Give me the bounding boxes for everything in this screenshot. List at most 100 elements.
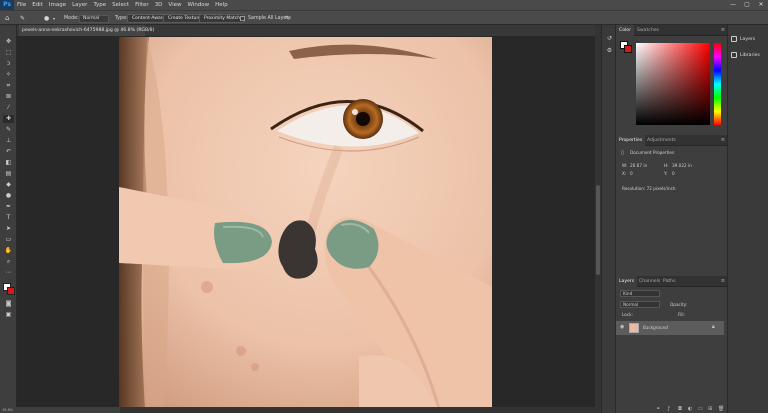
pressure-size-icon[interactable]: ✎ (285, 11, 290, 26)
trash-icon[interactable]: 🗑︎ (718, 406, 724, 412)
lock-label: Lock: (622, 312, 633, 317)
menu-layer[interactable]: Layer (69, 0, 90, 10)
tab-color[interactable]: Color (616, 25, 634, 36)
hue-slider[interactable] (714, 43, 721, 125)
new-layer-icon[interactable]: ⊞ (708, 406, 712, 412)
blur-tool-icon[interactable]: ◆ (3, 181, 14, 189)
lasso-tool-icon[interactable]: ↄ (3, 60, 14, 68)
vertical-scroll-thumb[interactable] (596, 185, 600, 275)
collapsed-panels: Layers Libraries (727, 25, 768, 413)
document-properties-heading: Document Properties (630, 150, 675, 155)
menu-edit[interactable]: Edit (29, 0, 46, 10)
move-tool-icon[interactable]: ✥ (3, 38, 14, 46)
menu-help[interactable]: Help (212, 0, 231, 10)
link-layers-icon[interactable]: ⚭ (656, 406, 660, 412)
layer-kind-label: Kind (623, 291, 633, 296)
width-label: W: (622, 163, 628, 168)
photoshop-logo: Ps (0, 0, 14, 10)
clone-stamp-tool-icon[interactable]: ⊥ (3, 137, 14, 145)
quick-mask-icon[interactable]: ◙ (3, 300, 14, 308)
maximize-button[interactable]: ▢ (740, 0, 754, 10)
fx-icon[interactable]: ƒ (668, 406, 670, 412)
screen-mode-icon[interactable]: ▣ (3, 311, 14, 319)
window-controls: — ▢ ✕ (726, 0, 768, 10)
chevron-down-icon[interactable]: ▾ (53, 11, 55, 26)
width-value[interactable]: 26.67 in (630, 163, 647, 168)
panel-menu-icon[interactable]: ≡ (721, 25, 725, 36)
height-value[interactable]: 39.022 in (672, 163, 692, 168)
menu-view[interactable]: View (165, 0, 184, 10)
sample-all-layers-checkbox[interactable] (240, 16, 245, 21)
x-value[interactable]: 0 (630, 171, 633, 176)
brush-tool-icon[interactable]: ✎ (3, 126, 14, 134)
layers-shortcut[interactable]: Layers (731, 35, 755, 45)
brush-preset-picker[interactable]: ● (44, 11, 49, 26)
type-tool-icon[interactable]: T (3, 214, 14, 222)
tab-layers[interactable]: Layers (616, 276, 638, 287)
y-label: Y: (664, 171, 668, 176)
panel-icon-strip: ↺ ⚙ (601, 25, 615, 413)
frame-tool-icon[interactable]: ⊠ (3, 93, 14, 101)
tab-adjustments[interactable]: Adjustments (644, 135, 679, 146)
close-window-button[interactable]: ✕ (754, 0, 768, 10)
document-tab[interactable]: pexels-anna-nekrashevich-6475988.jpg @ 4… (19, 25, 154, 36)
zoom-level[interactable]: 46.8% (2, 408, 13, 412)
tab-paths[interactable]: Paths (660, 276, 679, 287)
eraser-tool-icon[interactable]: ◧ (3, 159, 14, 167)
crop-tool-icon[interactable]: ⌗ (3, 82, 14, 90)
marquee-tool-icon[interactable]: ⬚ (3, 49, 14, 57)
menu-3d[interactable]: 3D (152, 0, 166, 10)
photo-canvas[interactable] (119, 37, 492, 409)
adjustment-layer-icon[interactable]: ◐ (688, 406, 692, 412)
y-value[interactable]: 0 (672, 171, 675, 176)
mode-dropdown[interactable]: Normal (79, 14, 109, 23)
adjust-icon[interactable]: ⚙ (604, 47, 615, 55)
panel-menu-icon[interactable]: ≡ (721, 276, 725, 287)
menu-type[interactable]: Type (90, 0, 109, 10)
rectangle-tool-icon[interactable]: ▭ (3, 236, 14, 244)
color-background-swatch[interactable] (624, 45, 632, 53)
blend-mode-dropdown[interactable]: Normal (620, 301, 660, 308)
minimize-button[interactable]: — (726, 0, 740, 10)
close-tab-icon[interactable]: × (138, 25, 142, 36)
tab-swatches[interactable]: Swatches (634, 25, 662, 36)
zoom-tool-icon[interactable]: ⌕ (3, 258, 14, 266)
menu-filter[interactable]: Filter (132, 0, 152, 10)
history-icon[interactable]: ↺ (604, 35, 615, 43)
layer-kind-filter[interactable]: Kind (620, 290, 660, 297)
healing-brush-tool-icon[interactable]: ✚ (3, 115, 14, 123)
tab-properties[interactable]: Properties (616, 135, 646, 146)
pen-tool-icon[interactable]: ✒ (3, 203, 14, 211)
layer-name[interactable]: Background (643, 325, 668, 330)
menu-select[interactable]: Select (109, 0, 132, 10)
gradient-tool-icon[interactable]: ▤ (3, 170, 14, 178)
status-bar: 46.8% (0, 407, 120, 413)
spot-healing-brush-icon[interactable]: ✎ (20, 11, 25, 26)
libraries-shortcut[interactable]: Libraries (731, 51, 760, 61)
color-saturation-field[interactable] (636, 43, 710, 125)
document-tab-title: pexels-anna-nekrashevich-6475988.jpg @ 4… (22, 28, 155, 33)
options-bar: ⌂ ✎ ● ▾ Mode: Normal Type: Content-Aware… (0, 10, 768, 25)
eye-icon[interactable]: ◉ (620, 324, 624, 330)
more-tools-icon[interactable]: ⋯ (3, 269, 14, 277)
history-brush-tool-icon[interactable]: ↶ (3, 148, 14, 156)
dodge-tool-icon[interactable]: ● (3, 192, 14, 200)
proximity-match-button[interactable]: Proximity Match (199, 14, 246, 23)
home-icon[interactable]: ⌂ (5, 11, 9, 26)
quick-select-tool-icon[interactable]: ✧ (3, 71, 14, 79)
panel-menu-icon[interactable]: ≡ (721, 135, 725, 146)
new-group-icon[interactable]: ▭ (698, 406, 703, 412)
layers-shortcut-label: Layers (740, 37, 756, 42)
menu-file[interactable]: File (14, 0, 29, 10)
x-label: X: (622, 171, 627, 176)
menu-image[interactable]: Image (46, 0, 69, 10)
height-label: H: (664, 163, 669, 168)
path-selection-tool-icon[interactable]: ➤ (3, 225, 14, 233)
hand-tool-icon[interactable]: ✋ (3, 247, 14, 255)
canvas-area (17, 36, 595, 413)
menu-window[interactable]: Window (184, 0, 212, 10)
layer-row-background[interactable]: ◉ Background 🔒︎ (616, 321, 724, 335)
background-color-swatch[interactable] (7, 287, 15, 295)
eyedropper-tool-icon[interactable]: ⁄ (3, 104, 14, 112)
mask-icon[interactable]: ◘ (678, 406, 682, 412)
